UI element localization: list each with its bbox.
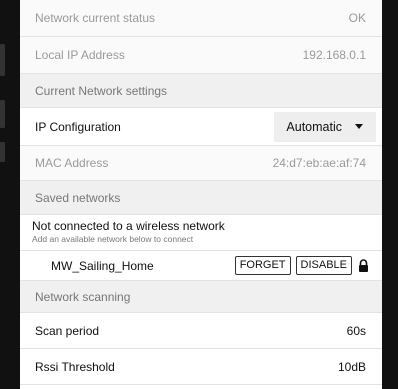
ip-configuration-value: Automatic (286, 119, 342, 134)
not-connected-subtitle: Add an available network below to connec… (32, 234, 194, 244)
section-header-current-network: Current Network settings (20, 74, 382, 108)
mac-address-row: MAC Address 24:d7:eb:ae:af:74 (20, 146, 382, 181)
scan-period-value: 60s (346, 323, 366, 338)
network-status-label: Network current status (35, 11, 156, 25)
section-title: Network scanning (35, 289, 131, 304)
lock-icon (359, 259, 368, 272)
local-ip-label: Local IP Address (35, 48, 125, 62)
mac-address-label: MAC Address (35, 156, 109, 170)
forget-button[interactable]: FORGET (234, 256, 291, 275)
device-bezel-left (0, 0, 20, 389)
section-title: Current Network settings (35, 83, 168, 98)
scan-period-label: Scan period (35, 323, 100, 338)
ip-configuration-row: IP Configuration Automatic (20, 108, 382, 146)
section-header-saved-networks: Saved networks (20, 181, 382, 215)
settings-screen: Network current status OK Local IP Addre… (20, 0, 382, 389)
chevron-down-icon (355, 124, 363, 129)
side-button (0, 142, 5, 162)
rssi-threshold-value: 10dB (337, 359, 366, 374)
section-title: Saved networks (35, 190, 121, 205)
network-status-value: OK (348, 11, 366, 25)
saved-network-ssid: MW_Sailing_Home (51, 258, 154, 273)
saved-network-row: MW_Sailing_Home FORGET DISABLE (20, 251, 382, 281)
rssi-threshold-label: Rssi Threshold (35, 359, 115, 374)
ip-configuration-label: IP Configuration (35, 119, 121, 134)
side-button (0, 100, 5, 128)
local-ip-value: 192.168.0.1 (302, 48, 366, 62)
scan-period-row[interactable]: Scan period 60s (20, 313, 382, 349)
connection-status-block: Not connected to a wireless network Add … (20, 215, 382, 251)
network-status-row: Network current status OK (20, 0, 382, 37)
local-ip-row: Local IP Address 192.168.0.1 (20, 37, 382, 74)
mac-address-value: 24:d7:eb:ae:af:74 (272, 156, 366, 170)
ip-configuration-dropdown[interactable]: Automatic (274, 111, 376, 142)
disable-button[interactable]: DISABLE (295, 256, 352, 275)
volume-button (0, 44, 5, 76)
not-connected-title: Not connected to a wireless network (32, 219, 225, 233)
section-header-network-scanning: Network scanning (20, 281, 382, 313)
rssi-threshold-row[interactable]: Rssi Threshold 10dB (20, 349, 382, 385)
device-bezel-right (382, 0, 398, 389)
